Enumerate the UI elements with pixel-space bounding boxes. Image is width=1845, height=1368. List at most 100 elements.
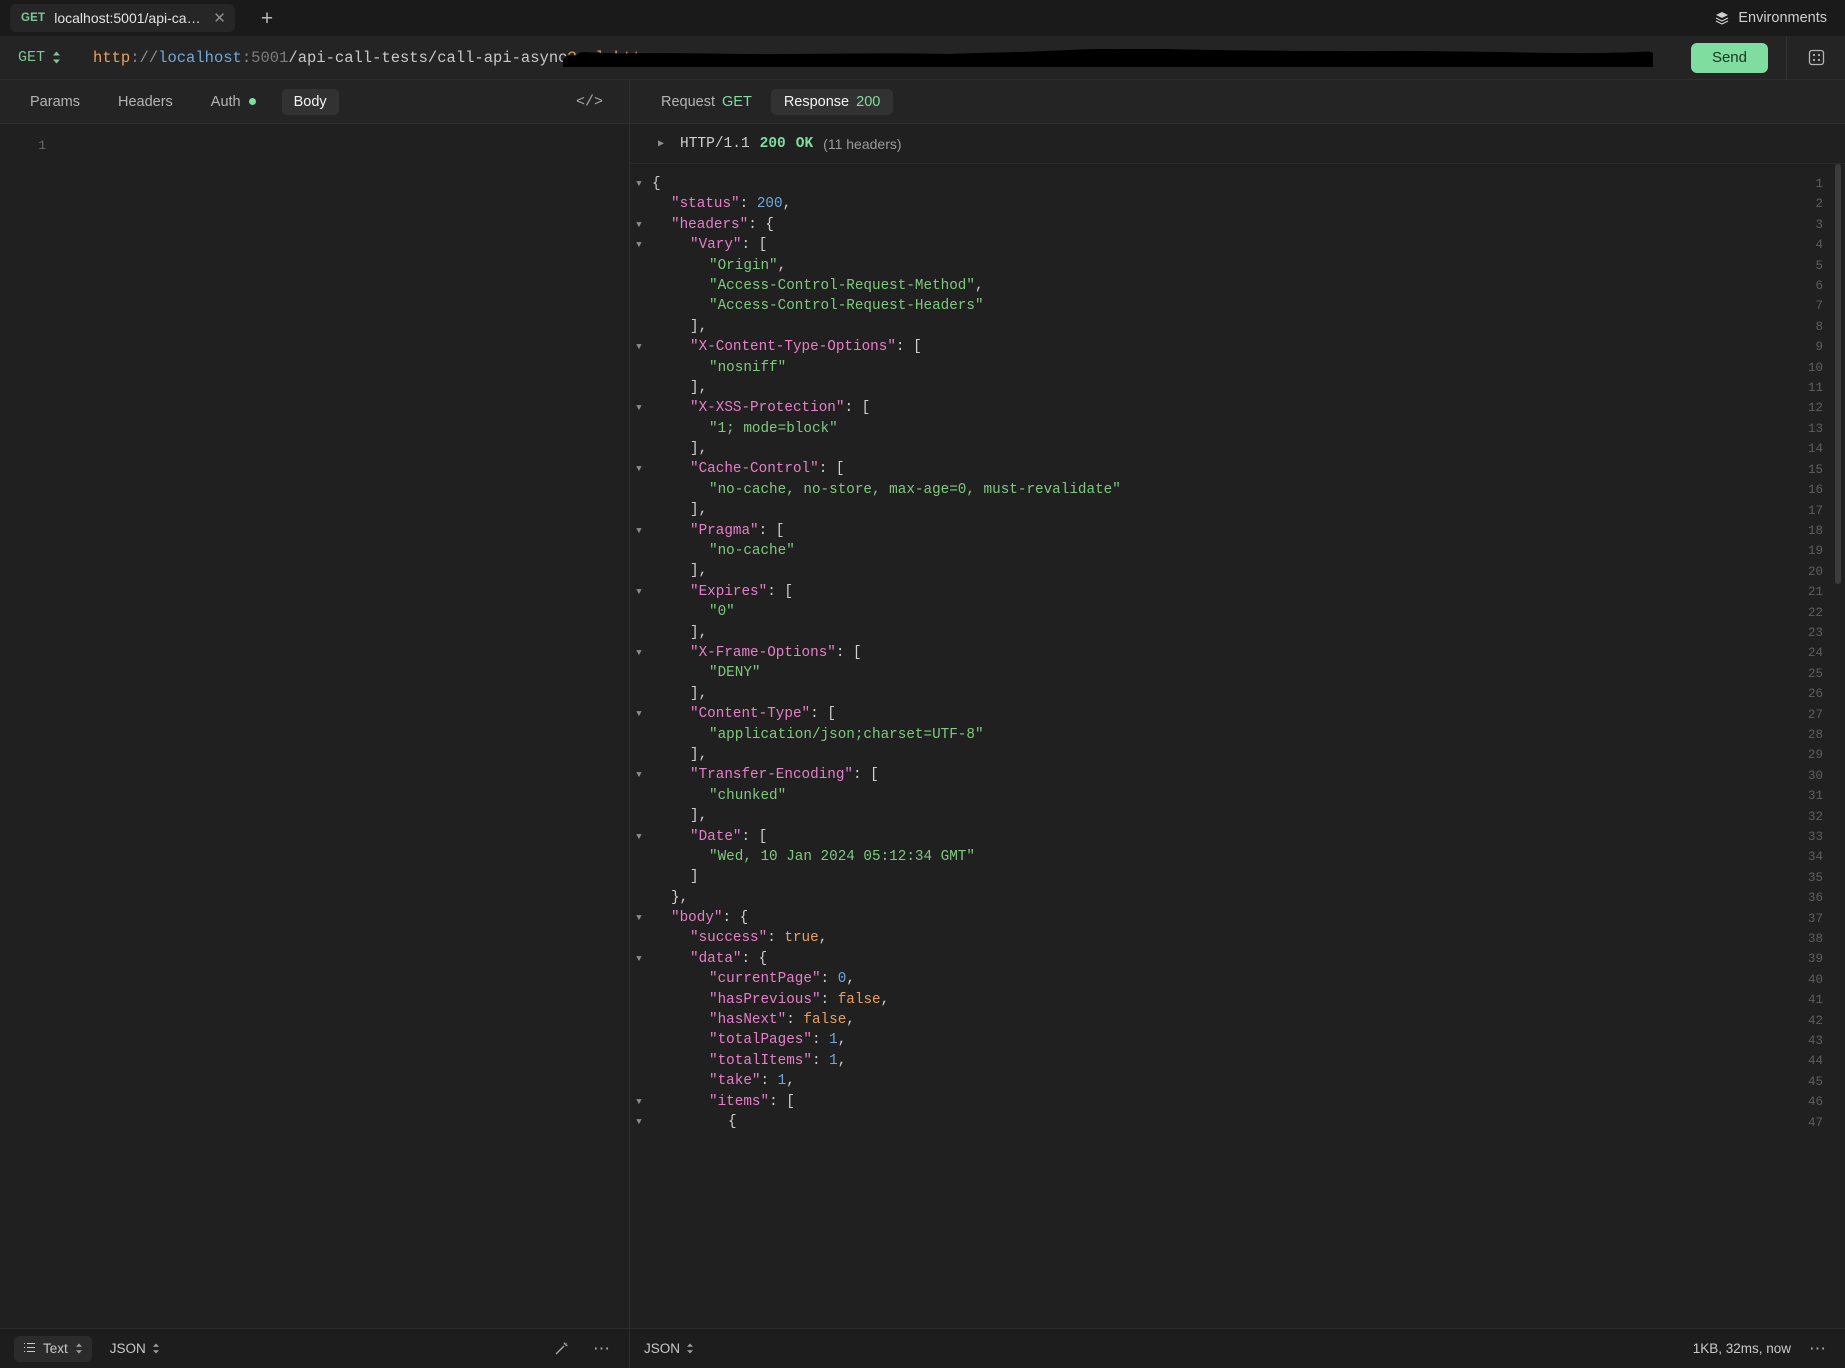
request-tab[interactable]: GET localhost:5001/api-cal… ✕ xyxy=(10,4,235,32)
collapse-triangle-icon[interactable]: ▼ xyxy=(630,398,648,418)
scrollbar-thumb[interactable] xyxy=(1835,164,1841,584)
send-area: Send xyxy=(1690,35,1845,80)
http-status-text: OK xyxy=(795,135,814,152)
json-line-number: 9 xyxy=(1815,340,1823,355)
collapse-triangle-icon[interactable]: ▼ xyxy=(630,337,648,357)
url-input[interactable]: http://localhost:5001/api-call-tests/cal… xyxy=(93,48,1691,67)
collapse-triangle-icon[interactable]: ▼ xyxy=(630,521,648,541)
url-port: 5001 xyxy=(251,48,289,67)
tab-auth[interactable]: Auth xyxy=(199,89,268,115)
tab-params-label: Params xyxy=(30,93,80,110)
json-line-text: ], xyxy=(690,502,708,519)
collapse-triangle-icon[interactable]: ▼ xyxy=(630,174,648,194)
request-more-options-icon[interactable]: ⋯ xyxy=(593,1340,611,1357)
send-button[interactable]: Send xyxy=(1690,42,1768,73)
json-line-text: "X-Content-Type-Options": [ xyxy=(690,339,922,356)
code-generate-icon[interactable] xyxy=(1787,36,1845,80)
request-format-label: JSON xyxy=(109,1341,146,1356)
collapse-triangle-icon[interactable]: ▼ xyxy=(630,908,648,928)
json-line: "DENY" xyxy=(630,663,1767,683)
response-more-options-icon[interactable]: ⋯ xyxy=(1809,1340,1827,1357)
close-icon[interactable]: ✕ xyxy=(213,11,226,26)
collapse-triangle-icon[interactable]: ▼ xyxy=(630,1092,648,1112)
collapse-triangle-icon[interactable]: ▼ xyxy=(630,215,648,235)
collapse-triangle-icon[interactable]: ▼ xyxy=(630,582,648,602)
method-selector[interactable]: GET xyxy=(18,49,61,66)
environments-button[interactable]: Environments xyxy=(1714,10,1827,26)
request-tab-method: GET xyxy=(21,12,46,24)
collapse-triangle-icon[interactable]: ▼ xyxy=(630,765,648,785)
new-tab-button[interactable]: + xyxy=(257,8,277,29)
json-line-text: { xyxy=(652,176,661,192)
window-tab-bar: GET localhost:5001/api-cal… ✕ + Environm… xyxy=(0,0,1845,36)
collapse-triangle-icon[interactable]: ▼ xyxy=(630,235,648,255)
json-line-text: "data": { xyxy=(690,950,768,967)
url-query-key: url= xyxy=(576,48,614,67)
json-line: ▼ "X-Frame-Options": [ xyxy=(630,643,1767,663)
json-line: "success": true, xyxy=(630,928,1767,948)
chevron-updown-icon xyxy=(686,1343,694,1354)
tab-body[interactable]: Body xyxy=(281,88,339,115)
json-line: ▼ "Date": [ xyxy=(630,827,1767,847)
json-line: }, xyxy=(630,888,1767,908)
http-protocol: HTTP/1.1 xyxy=(680,135,750,152)
json-line: ▼ "items": [ xyxy=(630,1092,1767,1112)
tab-response[interactable]: Response 200 xyxy=(770,88,894,115)
collapse-triangle-icon[interactable]: ▼ xyxy=(630,949,648,969)
request-tab-name: localhost:5001/api-cal… xyxy=(54,10,203,26)
json-line-number: 44 xyxy=(1807,1054,1823,1069)
editor-content[interactable] xyxy=(58,124,629,1328)
response-status-line[interactable]: ▶ HTTP/1.1 200 OK (11 headers) xyxy=(630,124,1845,164)
json-line-text: "hasPrevious": false, xyxy=(709,991,890,1008)
scrollbar-track[interactable] xyxy=(1835,164,1841,1328)
code-view-icon[interactable]: </> xyxy=(576,93,603,110)
environments-label: Environments xyxy=(1738,10,1827,26)
json-line-number: 16 xyxy=(1807,483,1823,498)
json-line: "application/json;charset=UTF-8" xyxy=(630,725,1767,745)
tab-params[interactable]: Params xyxy=(18,89,92,115)
json-line: ], xyxy=(630,623,1767,643)
json-line-text: "1; mode=block" xyxy=(709,420,838,437)
json-line-number: 43 xyxy=(1807,1034,1823,1049)
view-mode-selector[interactable]: Text xyxy=(14,1335,92,1362)
json-line: ▼ "Cache-Control": [ xyxy=(630,459,1767,479)
response-format-label: JSON xyxy=(644,1341,681,1356)
collapse-triangle-icon[interactable]: ▼ xyxy=(630,827,648,847)
request-status-bar: Text JSON ⋯ xyxy=(0,1329,630,1368)
json-line: "chunked" xyxy=(630,786,1767,806)
json-line-text: "success": true, xyxy=(690,930,828,947)
json-line-text: ], xyxy=(690,563,708,580)
json-lines-container: ▼{"status": 200, ▼ "headers": {▼ "Vary": ["… xyxy=(630,164,1767,1328)
json-line-text: "X-Frame-Options": [ xyxy=(690,644,862,661)
json-line-number: 36 xyxy=(1807,891,1823,906)
collapse-triangle-icon[interactable]: ▼ xyxy=(630,1112,648,1132)
list-icon xyxy=(23,1341,36,1357)
request-body-editor[interactable]: 1 xyxy=(0,124,629,1328)
magic-wand-icon[interactable] xyxy=(554,1341,569,1356)
request-format-selector[interactable]: JSON xyxy=(110,1341,160,1356)
json-line-text: "Transfer-Encoding": [ xyxy=(690,767,879,784)
url-scheme: http xyxy=(93,48,131,67)
json-line-numbers: 1 2 3 4 5 6 7 8 9 10 11 12 13 14 15 16 17 18 19 20 21 22 23 24 2… xyxy=(1767,164,1845,1328)
json-line: ▼{ xyxy=(630,174,1767,194)
collapse-triangle-icon[interactable]: ▼ xyxy=(630,643,648,663)
expand-headers-icon[interactable]: ▶ xyxy=(658,138,664,150)
json-line: "no-cache" xyxy=(630,541,1767,561)
json-line-number: 17 xyxy=(1807,503,1823,518)
collapse-triangle-icon[interactable]: ▼ xyxy=(630,704,648,724)
collapse-triangle-icon[interactable]: ▼ xyxy=(630,459,648,479)
response-json-viewer: ▼{"status": 200, ▼ "headers": {▼ "Vary": ["… xyxy=(630,164,1845,1328)
json-line-number: 13 xyxy=(1807,421,1823,436)
tab-headers-label: Headers xyxy=(117,93,173,110)
json-line: ▼ "Vary": [ xyxy=(630,235,1767,255)
json-line-text: "nosniff" xyxy=(709,359,787,376)
tab-request[interactable]: Request GET xyxy=(648,89,765,115)
response-tab-strip: Request GET Response 200 xyxy=(630,80,1845,124)
json-line-text: "Cache-Control": [ xyxy=(690,461,845,478)
json-line: "0" xyxy=(630,602,1767,622)
json-line: "no-cache, no-store, max-age=0, must-rev… xyxy=(630,480,1767,500)
url-query-mark: ? xyxy=(567,48,577,67)
tab-headers[interactable]: Headers xyxy=(106,89,185,115)
json-line: "Wed, 10 Jan 2024 05:12:34 GMT" xyxy=(630,847,1767,867)
response-format-selector[interactable]: JSON xyxy=(644,1341,694,1356)
